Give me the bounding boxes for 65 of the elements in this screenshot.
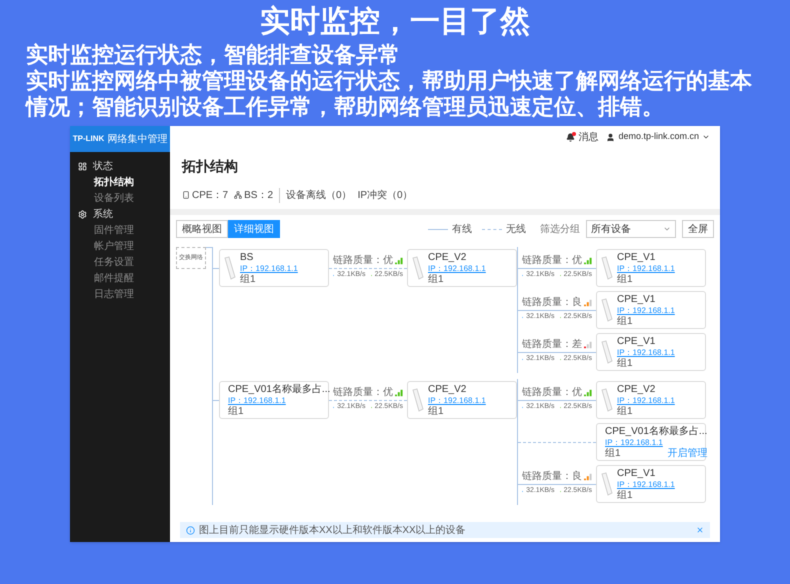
device-name: CPE_V1	[617, 252, 656, 262]
product-name: 网络集中管理	[107, 132, 168, 146]
device-name: CPE_V2	[428, 252, 468, 262]
menu-item[interactable]: 任务设置	[70, 254, 170, 270]
device-group: 组1	[617, 490, 633, 500]
device-group: 组1	[428, 274, 444, 284]
device-card[interactable]: CPE_V1 IP：192.168.1.1 组1	[596, 333, 706, 371]
device-name: CPE_V1	[617, 336, 656, 346]
stat-label: BS：2	[244, 188, 274, 202]
menu-item[interactable]: 帐户管理	[70, 238, 170, 254]
notice-text: 图上目前只能显示硬件版本XX以上和软件版本XX以上的设备	[199, 524, 467, 538]
device-card[interactable]: CPE_V2 IP：192.168.1.1 组1	[596, 381, 706, 419]
legend-label: 有线	[452, 222, 472, 236]
device-name: CPE_V01名称最多占...	[605, 426, 708, 436]
stat-label: 设备离线（0）	[286, 188, 352, 202]
menu-item[interactable]: 日志管理	[70, 286, 170, 302]
menu-item[interactable]: 拓扑结构	[70, 174, 170, 190]
device-name: CPE_V01名称最多占...	[228, 384, 330, 394]
device-name: CPE_V1	[617, 294, 656, 304]
device-card[interactable]: CPE_V1 IP：192.168.1.1 组1	[596, 249, 706, 287]
user-account[interactable]: demo.tp-link.com.cn	[618, 130, 699, 144]
device-card[interactable]: CPE_V01名称最多占... IP：192.168.1.1 组1	[219, 381, 329, 419]
menu-item[interactable]: 邮件提醒	[70, 270, 170, 286]
device-group: 组1	[228, 406, 244, 416]
device-name: CPE_V2	[428, 384, 468, 394]
fullscreen-button[interactable]: 全屏	[682, 220, 714, 238]
brand-logo: TP-LINK	[72, 133, 104, 145]
device-card[interactable]: CPE_V01名称最多占... IP：192.168.1.1 组1 开启管理	[596, 423, 706, 461]
device-card[interactable]: CPE_V1 IP：192.168.1.1 组1	[596, 291, 706, 329]
device-name: CPE_V1	[617, 468, 656, 478]
menu-item[interactable]: 设备列表	[70, 190, 170, 206]
device-name: CPE_V2	[617, 384, 656, 394]
link-quality: 链路质量：良	[522, 298, 582, 308]
link-quality: 链路质量：优	[522, 388, 582, 398]
device-name: BS	[240, 252, 254, 262]
device-card[interactable]: CPE_V2 IP：192.168.1.1 组1	[407, 381, 517, 419]
link-quality: 链路质量：优	[333, 388, 393, 398]
stat-label: IP冲突（0）	[358, 188, 413, 202]
device-group: 组1	[240, 274, 256, 284]
link-quality: 链路质量：差	[522, 340, 582, 350]
device-group: 组1	[617, 274, 633, 284]
device-card[interactable]: CPE_V2 IP：192.168.1.1 组1	[407, 249, 517, 287]
menu-section[interactable]: 状态	[93, 158, 113, 174]
menu-item[interactable]: 固件管理	[70, 222, 170, 238]
link-quality: 链路质量：优	[333, 256, 393, 266]
banner-description: 实时监控网络中被管理设备的运行状态，帮助用户快速了解网络运行的基本情况；智能识别设备工作异常，帮助网络管理员迅速定位、排错。	[26, 68, 753, 120]
device-group: 组1	[617, 316, 633, 326]
device-group: 组1	[617, 358, 633, 368]
link-quality: 链路质量：优	[522, 256, 582, 266]
messages-link[interactable]: 消息	[578, 130, 598, 144]
banner-title: 实时监控，一目了然	[260, 4, 530, 40]
legend-label: 无线	[506, 222, 526, 236]
banner-subtitle: 实时监控运行状态，智能排查设备异常	[26, 42, 401, 68]
page-title: 拓扑结构	[182, 157, 239, 176]
device-group: 组1	[617, 406, 633, 416]
group-select[interactable]: 所有设备	[586, 220, 676, 238]
link-quality: 链路质量：良	[522, 472, 582, 482]
device-card[interactable]: BS IP：192.168.1.1 组1	[219, 249, 329, 287]
stat-label: CPE：7	[192, 188, 228, 202]
device-group: 组1	[605, 448, 621, 458]
device-card[interactable]: CPE_V1 IP：192.168.1.1 组1	[596, 465, 706, 503]
view-tab[interactable]: 概略视图	[176, 220, 228, 238]
filter-label: 筛选分组	[540, 222, 580, 236]
device-group: 组1	[428, 406, 444, 416]
menu-section[interactable]: 系统	[93, 206, 113, 222]
